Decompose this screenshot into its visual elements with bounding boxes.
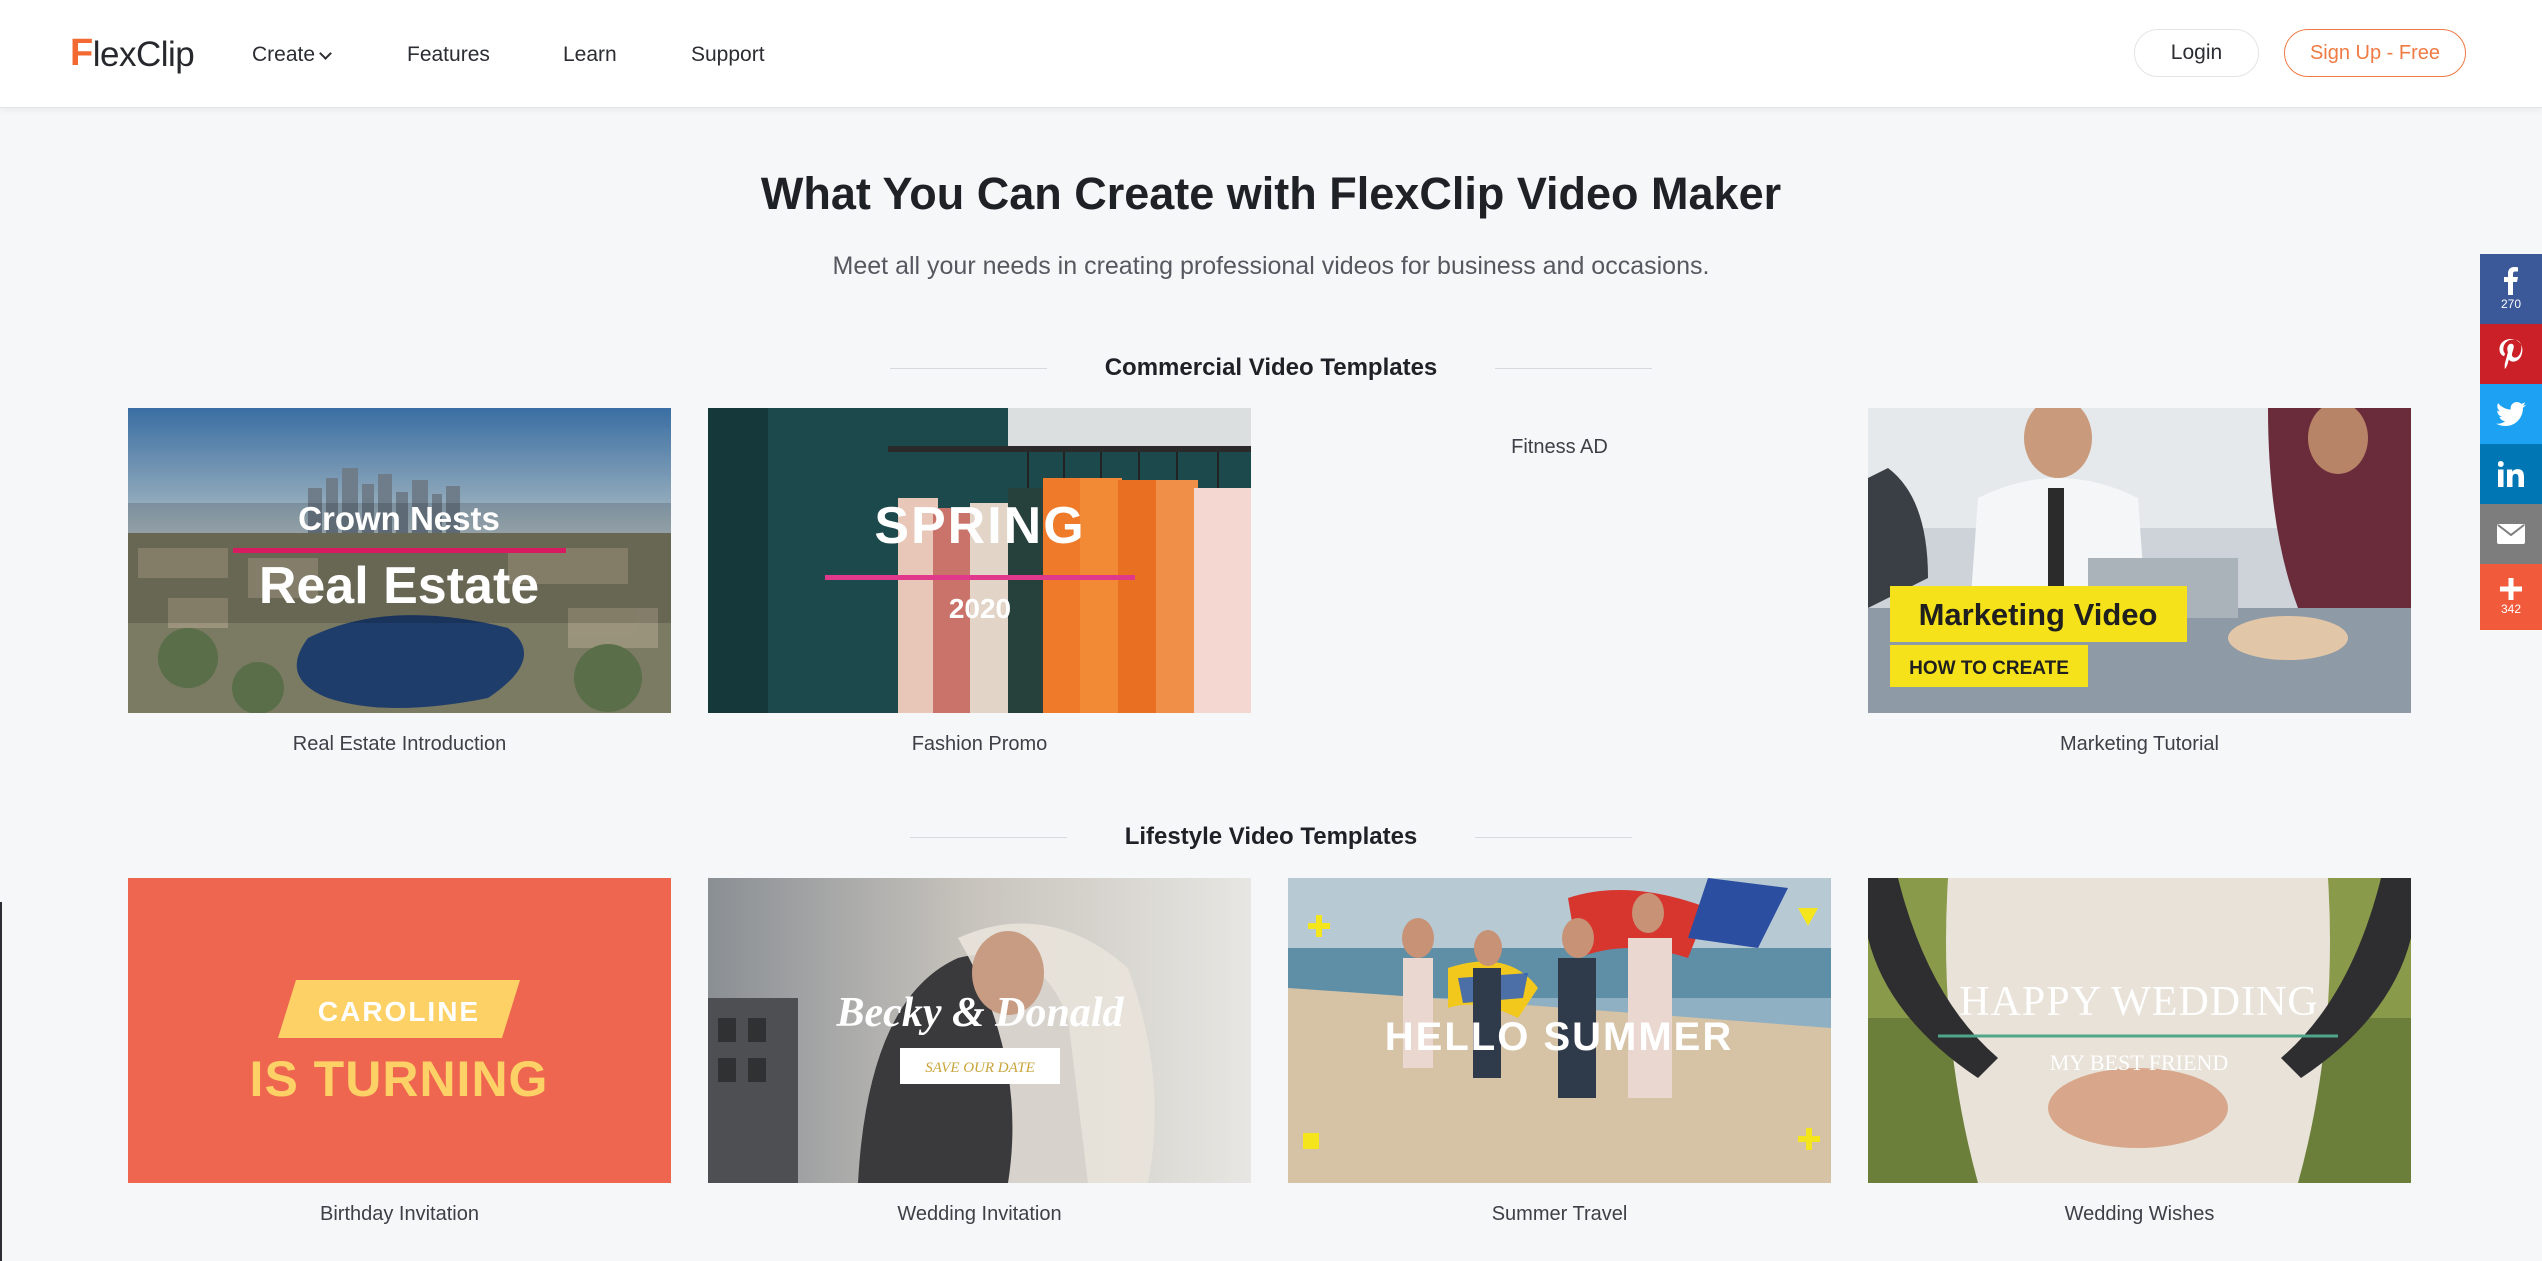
overlay-top-text: Crown Nests	[298, 500, 500, 537]
nav-learn[interactable]: Learn	[563, 40, 691, 70]
divider	[889, 367, 1047, 369]
email-icon	[2497, 524, 2525, 544]
template-caption[interactable]: Fitness AD	[1288, 436, 1831, 459]
template-card-birthday-invitation[interactable]: CAROLINE IS TURNING Birthday Invitation	[128, 878, 671, 1226]
overlay-top-text: Marketing Video	[1919, 597, 2158, 632]
template-card-wedding-wishes[interactable]: HAPPY WEDDING MY BEST FRIEND Wedding Wis…	[1868, 878, 2411, 1226]
template-thumbnail[interactable]: Becky & Donald SAVE OUR DATE	[708, 878, 1251, 1183]
template-thumbnail[interactable]: SPRING 2020	[708, 408, 1251, 713]
divider	[909, 836, 1067, 838]
commercial-section-heading: Commercial Video Templates	[0, 350, 2542, 386]
template-caption[interactable]: Wedding Invitation	[708, 1203, 1251, 1226]
overlay-main-text: HOW TO CREATE	[1909, 658, 2069, 679]
nav-features[interactable]: Features	[407, 40, 563, 70]
overlay-main-text: 2020	[949, 593, 1011, 624]
share-twitter-button[interactable]	[2480, 384, 2542, 444]
nav-create[interactable]: Create	[252, 40, 407, 70]
plus-icon	[2500, 578, 2522, 600]
overlay-top-text: HAPPY WEDDING	[1959, 979, 2319, 1025]
overlay-top-text: HELLO SUMMER	[1385, 1015, 1733, 1059]
overlay-main-text: Real Estate	[259, 557, 539, 615]
commercial-heading-text: Commercial Video Templates	[1104, 354, 1438, 381]
logo-f: F	[70, 32, 93, 74]
template-thumbnail[interactable]: HELLO SUMMER	[1288, 878, 1831, 1183]
template-caption[interactable]: Fashion Promo	[708, 733, 1251, 756]
template-thumbnail[interactable]: Marketing Video HOW TO CREATE	[1868, 408, 2411, 713]
social-share-bar: 270 342	[2480, 254, 2542, 630]
share-more-button[interactable]: 342	[2480, 564, 2542, 630]
template-card-fashion-promo[interactable]: SPRING 2020 Fashion Promo	[708, 408, 1251, 756]
divider	[1495, 367, 1653, 369]
logo-text: lexClip	[92, 35, 195, 74]
facebook-share-count: 270	[2500, 297, 2522, 311]
linkedin-icon	[2498, 461, 2524, 487]
template-thumbnail[interactable]: Crown Nests Real Estate	[128, 408, 671, 713]
overlay-main-text: MY BEST FRIEND	[2050, 1050, 2228, 1075]
login-button[interactable]: Login	[2134, 29, 2259, 77]
nav-support[interactable]: Support	[691, 40, 791, 70]
template-caption[interactable]: Summer Travel	[1288, 1203, 1831, 1226]
signup-button[interactable]: Sign Up - Free	[2284, 29, 2466, 77]
main-nav: Create Features Learn Support	[252, 40, 791, 70]
overlay-top-text: SPRING	[874, 497, 1085, 555]
template-card-wedding-invitation[interactable]: Becky & Donald SAVE OUR DATE Wedding Inv…	[708, 878, 1251, 1226]
share-linkedin-button[interactable]	[2480, 444, 2542, 504]
chevron-down-icon	[319, 46, 332, 60]
more-share-count: 342	[2500, 602, 2522, 616]
overlay-top-text: CAROLINE	[318, 996, 480, 1027]
page-title: What You Can Create with FlexClip Video …	[760, 168, 1782, 219]
share-facebook-button[interactable]: 270	[2480, 254, 2542, 324]
lifestyle-heading-text: Lifestyle Video Templates	[1124, 823, 1418, 850]
flexclip-logo[interactable]: FlexClip	[70, 32, 195, 75]
template-thumbnail[interactable]: CAROLINE IS TURNING	[128, 878, 671, 1183]
overlay-main-text: SAVE OUR DATE	[925, 1060, 1035, 1076]
template-thumbnail-placeholder[interactable]: Fitness AD	[1288, 408, 1831, 713]
template-caption[interactable]: Wedding Wishes	[1868, 1203, 2411, 1226]
overlay-top-text: Becky & Donald	[836, 990, 1125, 1036]
overlay-main-text: IS TURNING	[250, 1051, 549, 1107]
top-navigation-bar: FlexClip Create Features Learn Support L…	[0, 0, 2542, 108]
lifestyle-section-heading: Lifestyle Video Templates	[0, 819, 2542, 855]
pinterest-icon	[2499, 339, 2523, 369]
window-edge	[0, 902, 2, 1261]
template-caption[interactable]: Marketing Tutorial	[1868, 733, 2411, 756]
facebook-icon	[2504, 267, 2518, 295]
share-email-button[interactable]	[2480, 504, 2542, 564]
nav-create-label: Create	[252, 43, 316, 66]
twitter-icon	[2496, 402, 2526, 426]
divider	[1475, 836, 1633, 838]
template-card-marketing-tutorial[interactable]: Marketing Video HOW TO CREATE Marketing …	[1868, 408, 2411, 756]
template-card-fitness-ad[interactable]: Fitness AD	[1288, 408, 1831, 713]
template-caption[interactable]: Real Estate Introduction	[128, 733, 671, 756]
template-card-real-estate[interactable]: Crown Nests Real Estate Real Estate Intr…	[128, 408, 671, 756]
template-thumbnail[interactable]: HAPPY WEDDING MY BEST FRIEND	[1868, 878, 2411, 1183]
page-subtitle: Meet all your needs in creating professi…	[832, 252, 1710, 280]
share-pinterest-button[interactable]	[2480, 324, 2542, 384]
template-caption[interactable]: Birthday Invitation	[128, 1203, 671, 1226]
template-card-summer-travel[interactable]: HELLO SUMMER Summer Travel	[1288, 878, 1831, 1226]
